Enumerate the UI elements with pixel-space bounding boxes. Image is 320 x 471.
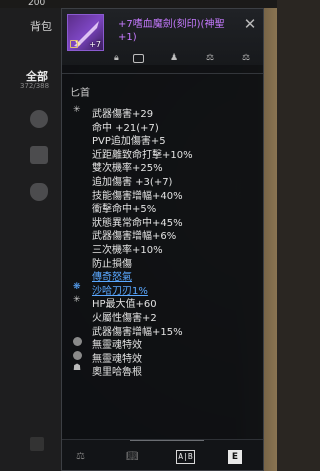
option-row: HP最大值+60 — [92, 299, 157, 310]
option-row: 雙次機率+25% — [92, 163, 163, 174]
lock-status-icon: 🔒︎ — [114, 53, 119, 63]
spark-icon: ✳ — [73, 105, 81, 115]
footer-accent — [130, 440, 204, 441]
option-row: 武器傷害+29 — [92, 109, 154, 120]
soul-icon — [73, 351, 82, 360]
option-link[interactable]: 傳奇怒氣 — [92, 268, 132, 283]
e-key-button[interactable]: E — [228, 450, 242, 464]
box-category-icon[interactable] — [30, 146, 48, 164]
book-icon[interactable]: 📖︎ — [126, 451, 139, 462]
option-row: 無靈魂特效 — [92, 340, 142, 351]
compare-ab-button[interactable]: A|B — [176, 450, 195, 464]
item-icon: +7 — [67, 14, 104, 51]
close-button[interactable]: ✕ — [243, 17, 257, 32]
option-row: 武器傷害增幅+6% — [92, 231, 177, 242]
storage-icon — [133, 54, 144, 63]
header-divider — [62, 73, 263, 74]
ore-icon: ☗ — [73, 363, 82, 373]
tooltip-header: +7 +7嗜血魔劍(刻印)(神聖+1) ✕ 🔒︎ ♟ ⚖ ⚖ ⲦT6 — [62, 9, 263, 65]
inventory-top-count: 200 — [28, 0, 46, 8]
bag-title: 背包 — [30, 20, 52, 33]
top-strip: 200 — [0, 0, 277, 8]
trade-icon: ⚖ — [206, 53, 215, 63]
character-bound-icon: ♟ — [170, 53, 179, 63]
option-row: 奧里哈魯根 — [92, 367, 142, 378]
item-name: +7嗜血魔劍(刻印)(神聖+1) — [118, 19, 225, 43]
option-row: 追加傷害 +3(+7) — [92, 177, 173, 188]
scale-icon: ⚖ — [242, 53, 251, 63]
compare-scale-icon[interactable]: ⚖ — [76, 451, 85, 462]
spark-icon: ✳ — [73, 295, 81, 305]
helmet-category-icon[interactable] — [30, 110, 48, 128]
inventory-count: 372/388 — [20, 82, 50, 90]
lock-icon — [70, 40, 78, 48]
option-row: 火屬性傷害+2 — [92, 313, 157, 324]
enhance-badge: +7 — [89, 40, 101, 49]
option-row: 三次機率+10% — [92, 245, 163, 256]
item-tooltip: +7 +7嗜血魔劍(刻印)(神聖+1) ✕ 🔒︎ ♟ ⚖ ⚖ ⲦT6 匕首 武器… — [61, 8, 264, 471]
tooltip-footer: ⚖ 📖︎ A|B E — [62, 439, 263, 470]
soul-icon — [73, 337, 82, 346]
option-row: 衝擊命中+5% — [92, 204, 157, 215]
filter-icon[interactable] — [30, 437, 44, 451]
item-flags: 🔒︎ ♟ ⚖ ⚖ ⲦT6 — [114, 53, 263, 67]
blue-gem-icon: ❋ — [73, 282, 81, 292]
option-row: PVP追加傷害+5 — [92, 136, 166, 147]
money-bag-category-icon[interactable] — [30, 183, 48, 201]
weapon-type: 匕首 — [70, 88, 90, 99]
